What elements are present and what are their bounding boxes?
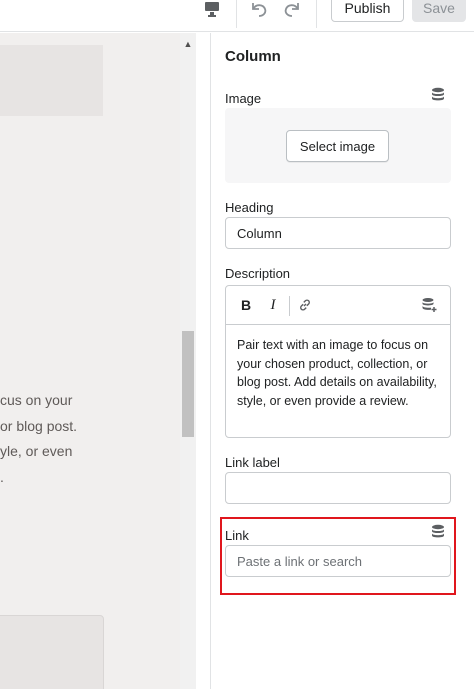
description-text[interactable]: Pair text with an image to focus on your…: [237, 336, 445, 410]
insert-dynamic-source-icon[interactable]: [420, 296, 438, 314]
save-button[interactable]: Save: [412, 0, 466, 22]
dynamic-source-icon[interactable]: [430, 87, 446, 103]
desktop-preview-icon[interactable]: [202, 0, 222, 20]
toolbar-divider: [316, 0, 317, 28]
preview-line: .: [0, 468, 4, 485]
preview-card: [0, 615, 104, 689]
theme-preview: cus on your or blog post. yle, or even.: [0, 33, 196, 689]
link-label-label: Link label: [225, 455, 280, 470]
link-icon[interactable]: [296, 296, 314, 314]
image-label: Image: [225, 91, 262, 106]
scrollbar-thumb[interactable]: [182, 331, 194, 437]
rich-text-toolbar: B I: [226, 286, 450, 325]
panel-title: Column: [225, 48, 281, 65]
settings-panel: Column Image Select image Heading Column…: [211, 33, 474, 689]
bold-button[interactable]: B: [237, 296, 255, 314]
highlight-box: [220, 517, 456, 595]
heading-label: Heading: [225, 200, 274, 215]
preview-image-placeholder: [0, 45, 103, 116]
link-label-input[interactable]: [225, 472, 451, 504]
select-image-button[interactable]: Select image: [286, 130, 389, 162]
preview-line: or blog post.: [0, 417, 78, 434]
toolbar-divider: [236, 0, 237, 28]
publish-button[interactable]: Publish: [331, 0, 404, 22]
top-toolbar: Publish Save: [0, 0, 474, 32]
scroll-up-arrow-icon[interactable]: ▲: [181, 38, 195, 50]
heading-input[interactable]: Column: [225, 217, 451, 249]
preview-line: cus on your: [0, 392, 73, 408]
image-picker: Select image: [225, 108, 451, 183]
description-editor: B I Pair text with an image to focus on …: [225, 285, 451, 438]
undo-icon[interactable]: [248, 0, 270, 20]
redo-icon[interactable]: [281, 0, 303, 20]
italic-button[interactable]: I: [264, 296, 282, 314]
toolbar-separator: [289, 296, 290, 316]
description-label: Description: [225, 266, 291, 281]
preview-description-text: cus on your or blog post. yle, or even.: [0, 388, 196, 490]
preview-line: yle, or even: [0, 443, 73, 459]
